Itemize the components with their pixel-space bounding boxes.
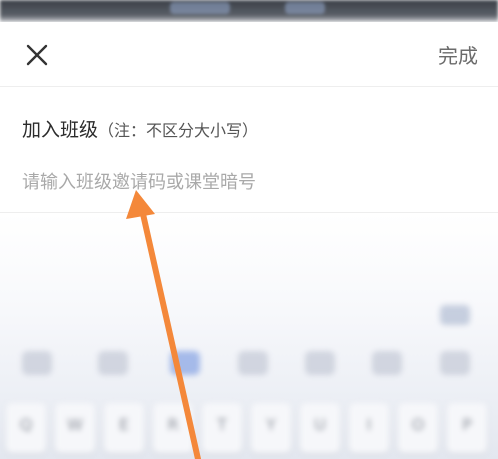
invite-code-input[interactable] <box>20 167 464 197</box>
join-class-title: 加入班级 <box>22 119 99 141</box>
join-class-heading: 加入班级（注：不区分大小写） <box>22 115 258 142</box>
case-insensitive-note: （注：不区分大小写） <box>98 121 259 140</box>
keyboard-blurred: Q W E R T Y U I O P <box>0 213 498 459</box>
close-icon <box>26 44 48 66</box>
status-bar-blurred <box>0 0 498 22</box>
done-button[interactable]: 完成 <box>438 40 478 69</box>
join-class-section: 加入班级（注：不区分大小写） <box>0 87 498 213</box>
join-class-page: 完成 加入班级（注：不区分大小写） Q W E R T Y U I O P <box>0 0 498 459</box>
header-bar: 完成 <box>0 22 498 87</box>
close-button[interactable] <box>22 40 52 70</box>
